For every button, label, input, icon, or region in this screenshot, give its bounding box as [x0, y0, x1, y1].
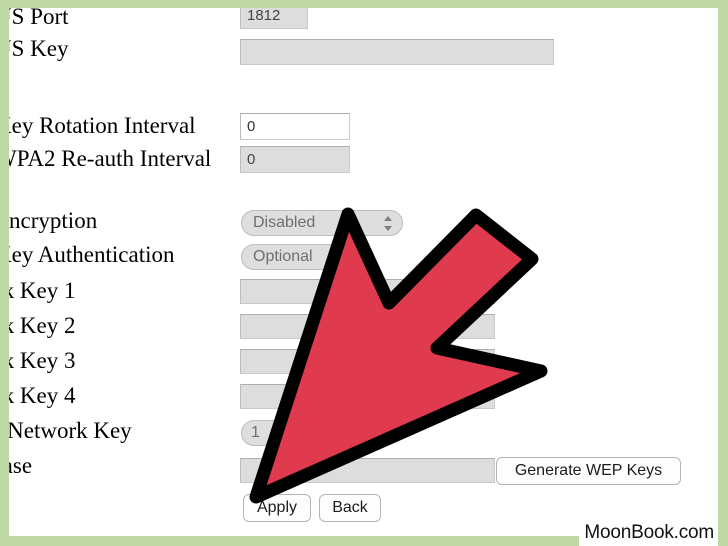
label-radius-port: US Port	[9, 8, 69, 29]
input-network-key-3[interactable]	[240, 349, 495, 374]
form-row-default-network-key: t Network Key 1	[9, 416, 718, 452]
back-button[interactable]: Back	[319, 494, 381, 522]
image-frame-left	[0, 0, 9, 546]
input-network-key-1[interactable]	[240, 279, 495, 304]
label-radius-key: US Key	[9, 36, 69, 61]
form-row-network-key-2: rk Key 2	[9, 311, 718, 347]
form-row-network-key-1: rk Key 1	[9, 276, 718, 312]
form-row-key-authentication: Key Authentication Optional	[9, 240, 718, 276]
label-key-rotation-interval: Key Rotation Interval	[9, 113, 196, 138]
label-key-authentication: Key Authentication	[9, 242, 175, 267]
chevron-updown-icon	[337, 248, 346, 267]
chevron-updown-icon	[384, 214, 393, 233]
screenshot-root: US Port 1812 US Key Key Rotation Interva…	[0, 0, 728, 546]
label-network-key-2: rk Key 2	[9, 313, 76, 338]
form-row-radius-key: US Key	[9, 34, 718, 70]
input-radius-port[interactable]: 1812	[240, 8, 308, 29]
image-frame-right	[718, 0, 728, 546]
select-default-network-key[interactable]: 1	[241, 420, 288, 446]
form-row-passphrase: rase Generate WEP Keys	[9, 451, 718, 487]
form-row-wpa2-reauth-interval: WPA2 Re-auth Interval 0	[9, 144, 718, 180]
apply-button[interactable]: Apply	[243, 494, 311, 522]
input-network-key-4[interactable]	[240, 384, 495, 409]
select-encryption[interactable]: Disabled	[241, 210, 403, 236]
label-default-network-key: t Network Key	[9, 418, 132, 443]
form-row-key-rotation-interval: Key Rotation Interval 0	[9, 111, 718, 147]
label-network-key-4: rk Key 4	[9, 383, 76, 408]
label-network-key-3: rk Key 3	[9, 348, 76, 373]
router-settings-page: US Port 1812 US Key Key Rotation Interva…	[9, 8, 718, 536]
generate-wep-keys-button[interactable]: Generate WEP Keys	[496, 457, 681, 485]
input-passphrase[interactable]	[240, 458, 495, 483]
select-encryption-value: Disabled	[253, 214, 316, 231]
label-passphrase: rase	[9, 453, 33, 478]
input-wpa2-reauth-interval[interactable]: 0	[240, 146, 350, 173]
form-row-network-key-3: rk Key 3	[9, 346, 718, 382]
form-row-network-key-4: rk Key 4	[9, 381, 718, 417]
select-key-authentication[interactable]: Optional	[241, 244, 356, 270]
label-network-key-1: rk Key 1	[9, 278, 76, 303]
image-frame-top	[0, 0, 728, 8]
input-radius-key[interactable]	[240, 39, 554, 65]
label-encryption: Encryption	[9, 208, 98, 233]
input-network-key-2[interactable]	[240, 314, 495, 339]
form-row-encryption: Encryption Disabled	[9, 206, 718, 242]
input-key-rotation-interval[interactable]: 0	[240, 113, 350, 140]
select-default-network-key-value: 1	[251, 424, 260, 441]
select-key-authentication-value: Optional	[253, 248, 313, 265]
watermark: MoonBook.com	[579, 520, 718, 546]
label-wpa2-reauth-interval: WPA2 Re-auth Interval	[9, 146, 212, 171]
chevron-updown-icon	[271, 424, 280, 443]
